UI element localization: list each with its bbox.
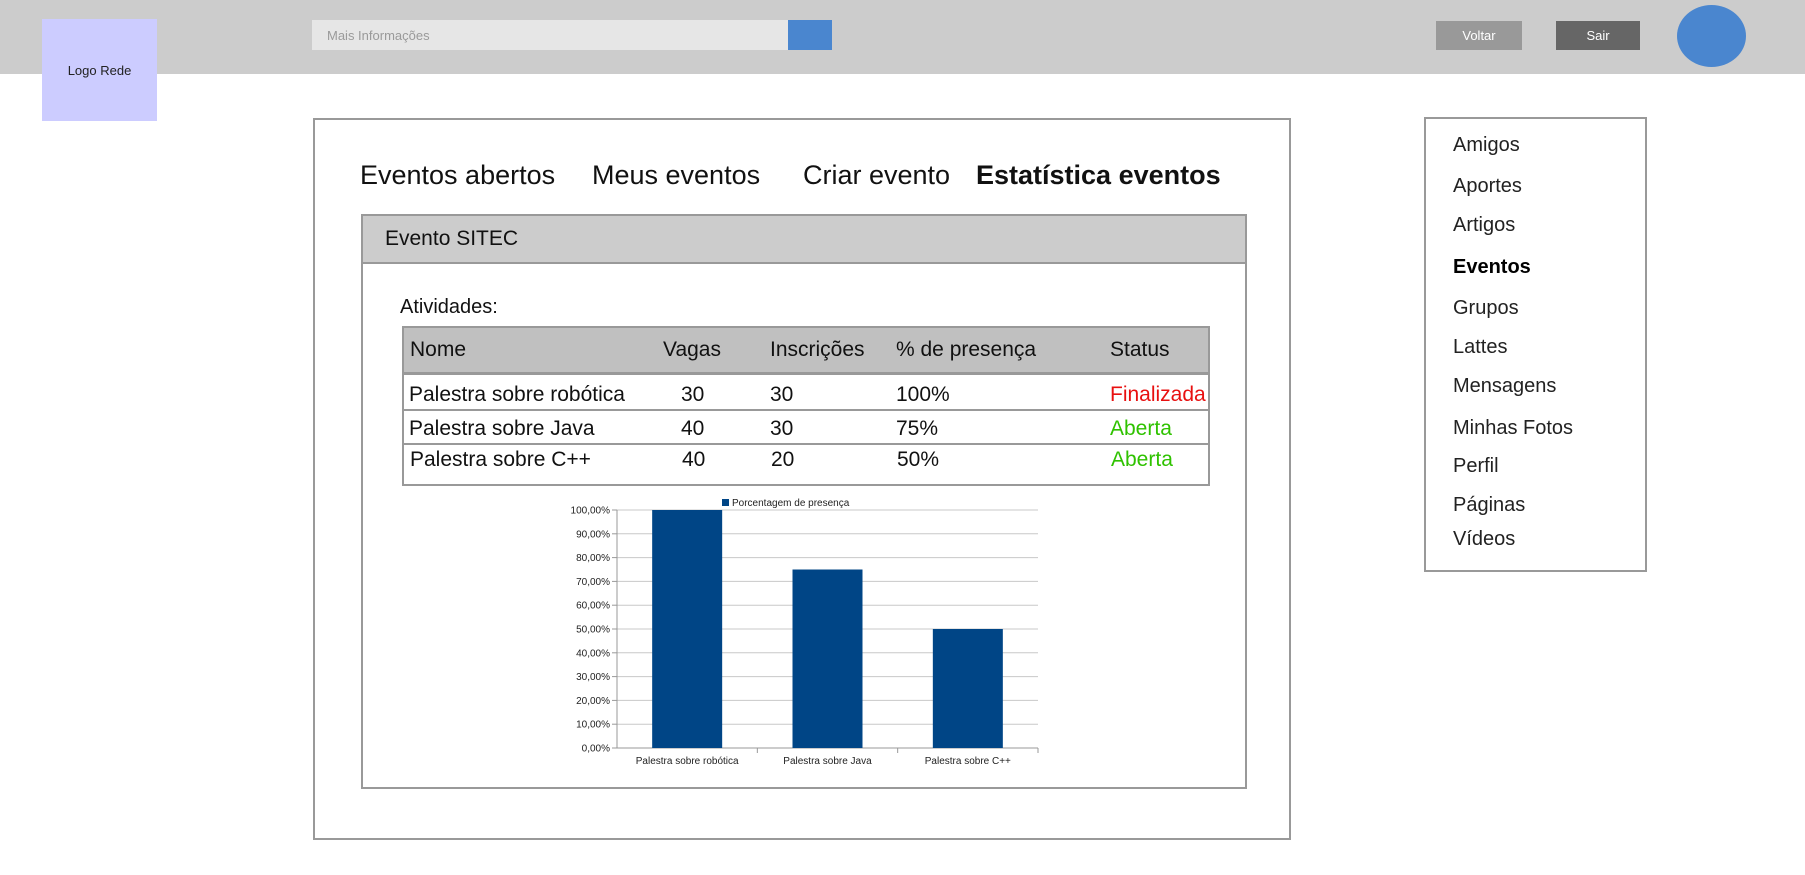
legend-swatch xyxy=(722,499,729,506)
row-vagas: 40 xyxy=(682,448,706,471)
tab-estatistica-eventos[interactable]: Estatística eventos xyxy=(976,160,1221,191)
row-inscricoes: 30 xyxy=(770,417,794,440)
row-nome: Palestra sobre Java xyxy=(409,417,595,440)
table-row: Palestra sobre robótica 30 30 100% Final… xyxy=(404,375,1208,411)
exit-button[interactable]: Sair xyxy=(1556,21,1640,50)
x-tick-label: Palestra sobre Java xyxy=(783,756,872,767)
event-title: Evento SITEC xyxy=(363,216,1245,264)
sidebar-item-videos[interactable]: Vídeos xyxy=(1453,528,1515,551)
sidebar-item-perfil[interactable]: Perfil xyxy=(1453,455,1499,478)
column-header-nome: Nome xyxy=(410,338,467,361)
table-header: Nome Vagas Inscrições % de presença Stat… xyxy=(404,328,1208,375)
y-tick-label: 20,00% xyxy=(576,696,610,707)
row-inscricoes: 20 xyxy=(771,448,795,471)
y-tick-label: 40,00% xyxy=(576,648,610,659)
search-input[interactable] xyxy=(312,20,788,50)
row-nome: Palestra sobre robótica xyxy=(409,383,625,406)
row-inscricoes: 30 xyxy=(770,383,794,406)
column-header-inscricoes: Inscrições xyxy=(770,338,865,361)
table-row: Palestra sobre Java 40 30 75% Aberta xyxy=(404,411,1208,445)
attendance-chart-svg: 0,00% 10,00% 20,00% 30,00% 40,00% 50,00% 60,00… xyxy=(571,498,1039,767)
sidebar-item-paginas[interactable]: Páginas xyxy=(1453,494,1525,517)
top-bar xyxy=(0,0,1805,74)
y-tick-label: 0,00% xyxy=(582,744,610,755)
sidebar-item-grupos[interactable]: Grupos xyxy=(1453,297,1519,320)
chart-bar xyxy=(932,629,1003,748)
sidebar-item-artigos[interactable]: Artigos xyxy=(1453,214,1515,237)
column-header-vagas: Vagas xyxy=(663,338,721,361)
sidebar-item-minhas-fotos[interactable]: Minhas Fotos xyxy=(1453,417,1573,440)
row-vagas: 30 xyxy=(681,383,705,406)
row-presenca: 75% xyxy=(896,417,939,440)
y-tick-label: 50,00% xyxy=(576,625,610,636)
activities-label: Atividades: xyxy=(400,296,498,318)
column-header-presenca: % de presença xyxy=(896,338,1037,361)
row-nome: Palestra sobre C++ xyxy=(410,448,591,471)
sidebar-item-eventos[interactable]: Eventos xyxy=(1453,256,1531,279)
y-tick-label: 70,00% xyxy=(576,577,610,588)
legend-label: Porcentagem de presença xyxy=(732,498,850,509)
chart-bar xyxy=(792,569,863,748)
x-tick-label: Palestra sobre robótica xyxy=(636,756,739,767)
sidebar-item-lattes[interactable]: Lattes xyxy=(1453,336,1507,359)
tab-eventos-abertos[interactable]: Eventos abertos xyxy=(360,160,555,191)
status-badge: Aberta xyxy=(1111,448,1173,471)
row-vagas: 40 xyxy=(681,417,705,440)
x-tick-label: Palestra sobre C++ xyxy=(925,756,1011,767)
column-header-status: Status xyxy=(1110,338,1170,361)
status-badge: Aberta xyxy=(1110,417,1172,440)
back-button[interactable]: Voltar xyxy=(1436,21,1522,50)
table-row: Palestra sobre C++ 40 20 50% Aberta xyxy=(404,445,1208,484)
sidebar-item-aportes[interactable]: Aportes xyxy=(1453,175,1522,198)
row-presenca: 100% xyxy=(896,383,950,406)
logo[interactable]: Logo Rede xyxy=(42,19,157,121)
logo-text: Logo Rede xyxy=(67,62,132,78)
search-button[interactable] xyxy=(788,20,832,50)
y-tick-label: 60,00% xyxy=(576,601,610,612)
y-tick-label: 30,00% xyxy=(576,672,610,683)
attendance-chart: 0,00% 10,00% 20,00% 30,00% 40,00% 50,00% 60,00… xyxy=(560,495,1050,780)
sidebar-item-amigos[interactable]: Amigos xyxy=(1453,134,1520,157)
avatar[interactable] xyxy=(1677,5,1746,67)
chart-bar xyxy=(652,510,723,748)
y-tick-label: 90,00% xyxy=(576,529,610,540)
tab-meus-eventos[interactable]: Meus eventos xyxy=(592,160,760,191)
tab-criar-evento[interactable]: Criar evento xyxy=(803,160,950,191)
status-badge: Finalizada xyxy=(1110,383,1206,406)
y-tick-label: 100,00% xyxy=(571,506,611,517)
row-presenca: 50% xyxy=(897,448,940,471)
activities-table: Nome Vagas Inscrições % de presença Stat… xyxy=(402,326,1210,486)
y-tick-label: 10,00% xyxy=(576,720,610,731)
sidebar-item-mensagens[interactable]: Mensagens xyxy=(1453,375,1556,398)
y-tick-label: 80,00% xyxy=(576,553,610,564)
